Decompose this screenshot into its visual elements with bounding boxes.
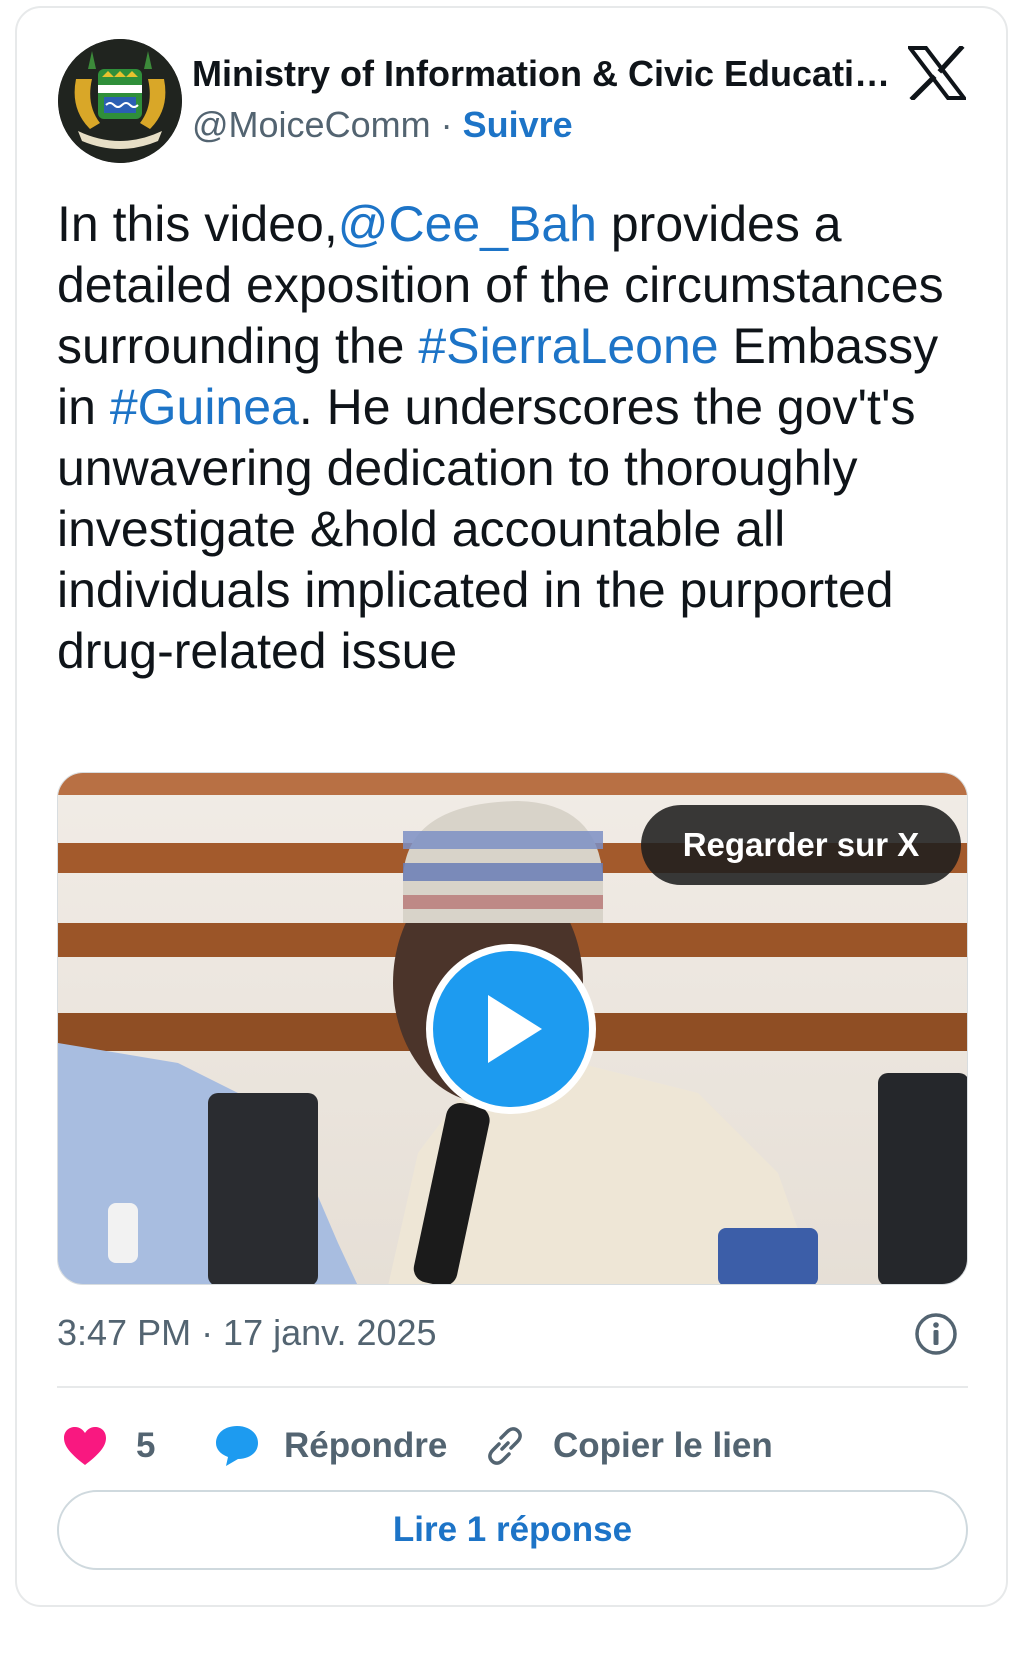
tweet-link[interactable]: #SierraLeone [418,318,718,374]
video-preview[interactable]: Regarder sur X [57,772,968,1285]
reply-button[interactable]: Répondre [214,1418,447,1474]
avatar[interactable] [58,39,182,163]
author-handle[interactable]: @MoiceComm [192,104,431,145]
info-icon[interactable] [914,1312,958,1356]
copy-link-button[interactable]: Copier le lien [483,1418,773,1474]
coat-of-arms-icon [58,39,182,163]
tweet-link[interactable]: #Guinea [110,379,299,435]
follow-link[interactable]: Suivre [463,104,573,145]
copy-link-label: Copier le lien [553,1426,773,1465]
link-icon [488,1427,522,1465]
x-logo-icon[interactable] [908,46,966,100]
read-replies-button[interactable]: Lire 1 réponse [57,1490,968,1570]
reply-label: Répondre [284,1426,448,1465]
tweet-timestamp[interactable]: 3:47 PM · 17 janv. 2025 [57,1312,437,1354]
author-handle-row: @MoiceComm · Suivre [192,104,573,146]
tweet-text-segment: In this video, [57,196,338,252]
handle-separator: · [430,104,463,145]
heart-icon [64,1427,106,1465]
like-count: 5 [136,1426,156,1465]
watch-on-x-button[interactable]: Regarder sur X [641,805,961,885]
embedded-tweet-card: Ministry of Information & Civic Educati…… [15,6,1008,1607]
play-button[interactable] [426,944,596,1114]
divider [57,1386,968,1388]
play-icon [488,995,542,1063]
like-button[interactable]: 5 [62,1418,155,1474]
reply-bubble-icon [216,1426,258,1466]
tweet-link[interactable]: @Cee_Bah [338,196,597,252]
author-name[interactable]: Ministry of Information & Civic Educati… [192,53,892,95]
tweet-text: In this video,@Cee_Bah provides a detail… [57,194,977,682]
